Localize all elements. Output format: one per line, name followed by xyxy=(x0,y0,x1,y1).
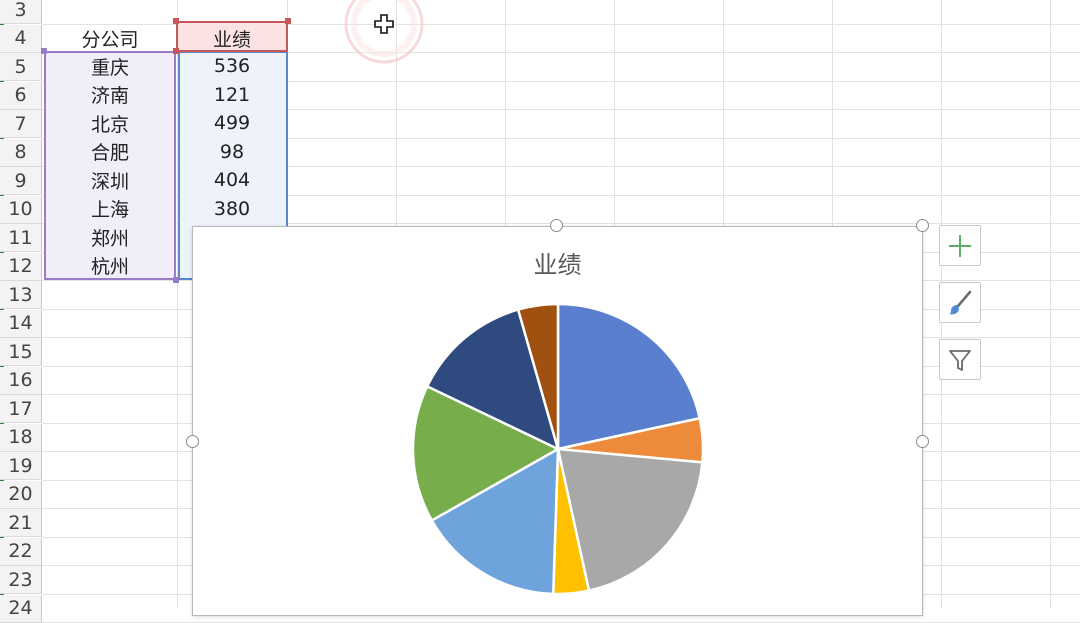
pie-chart-container[interactable]: 业绩 xyxy=(192,226,923,616)
branch-cell[interactable]: 北京 xyxy=(44,109,176,137)
row-header[interactable]: 5 xyxy=(0,53,42,81)
row-header[interactable]: 6 xyxy=(0,81,42,110)
chart-handle-right[interactable] xyxy=(916,435,929,448)
chart-handle-top[interactable] xyxy=(550,219,563,232)
row-header[interactable]: 15 xyxy=(0,338,42,366)
row-header[interactable]: 7 xyxy=(0,110,42,138)
branch-cell[interactable]: 重庆 xyxy=(44,52,176,80)
header-branch-cell[interactable]: 分公司 xyxy=(44,24,176,52)
funnel-icon xyxy=(949,349,971,371)
row-header[interactable]: 9 xyxy=(0,167,42,195)
chart-style-button[interactable] xyxy=(939,282,981,323)
branch-cell[interactable]: 上海 xyxy=(44,195,176,223)
branch-cell[interactable]: 郑州 xyxy=(44,223,176,251)
row-header[interactable]: 12 xyxy=(0,252,42,281)
row-header[interactable]: 10 xyxy=(0,195,42,224)
row-header[interactable]: 23 xyxy=(0,566,42,594)
row-header[interactable]: 4 xyxy=(0,24,42,53)
row-header[interactable]: 8 xyxy=(0,138,42,167)
value-cell[interactable]: 536 xyxy=(178,52,286,80)
row-header[interactable]: 16 xyxy=(0,366,42,395)
branch-cell[interactable]: 合肥 xyxy=(44,138,176,166)
row-header[interactable]: 11 xyxy=(0,224,42,252)
plus-icon xyxy=(949,234,971,257)
row-header[interactable]: 22 xyxy=(0,537,42,566)
chart-handle-top-right[interactable] xyxy=(916,219,929,232)
chart-filter-button[interactable] xyxy=(939,339,981,380)
row-header[interactable]: 20 xyxy=(0,480,42,509)
row-header[interactable]: 19 xyxy=(0,452,42,480)
branch-cell[interactable]: 深圳 xyxy=(44,166,176,194)
row-header[interactable]: 24 xyxy=(0,594,42,623)
header-value-cell[interactable]: 业绩 xyxy=(178,24,286,52)
column-gridline xyxy=(1050,0,1051,608)
row-header[interactable]: 13 xyxy=(0,281,42,309)
chart-handle-left[interactable] xyxy=(186,435,199,448)
brush-icon xyxy=(949,290,972,314)
row-header[interactable]: 17 xyxy=(0,395,42,423)
row-header[interactable]: 21 xyxy=(0,509,42,537)
row-header[interactable]: 14 xyxy=(0,309,42,338)
value-cell[interactable]: 98 xyxy=(178,138,286,166)
branch-cell[interactable]: 济南 xyxy=(44,81,176,109)
value-cell[interactable]: 499 xyxy=(178,109,286,137)
chart-elements-button[interactable] xyxy=(939,225,981,266)
value-cell[interactable]: 404 xyxy=(178,166,286,194)
pie-chart-plot[interactable] xyxy=(193,227,924,617)
row-header[interactable]: 3 xyxy=(0,0,42,24)
value-cell[interactable]: 380 xyxy=(178,195,286,223)
value-cell[interactable]: 121 xyxy=(178,81,286,109)
row-header[interactable]: 18 xyxy=(0,423,42,452)
cursor-crosshair-icon xyxy=(344,0,424,64)
branch-cell[interactable]: 杭州 xyxy=(44,252,176,280)
